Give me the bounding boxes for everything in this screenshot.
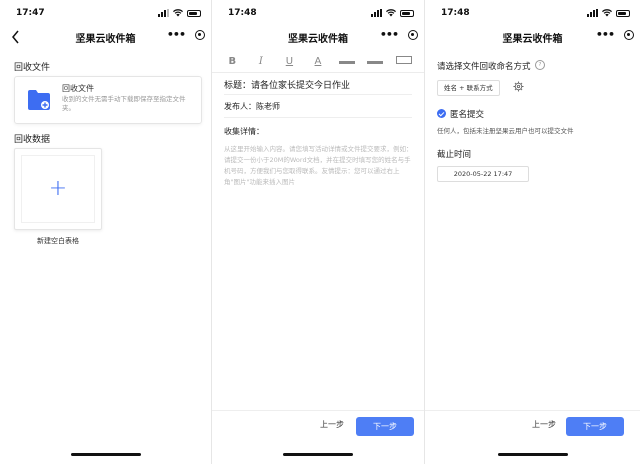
divider (224, 94, 412, 95)
more-options-icon[interactable]: ••• (167, 28, 186, 41)
cellular-signal-icon (371, 9, 382, 17)
more-options-icon[interactable]: ••• (596, 28, 615, 41)
publisher-field[interactable]: 发布人：陈老师 (224, 101, 412, 112)
divider (224, 117, 412, 118)
status-time: 17:47 (16, 8, 45, 18)
section-collect-title: 回收文件 (14, 63, 51, 73)
close-miniprogram-icon[interactable] (408, 29, 418, 40)
card-description: 收到的文件无需手动下载即保存至指定文件夹。 (62, 95, 186, 112)
status-bar: 17:47 (0, 0, 211, 26)
wifi-icon (386, 9, 396, 17)
request-title-field[interactable]: 标题：请各位家长提交今日作业 (224, 78, 412, 91)
screen-collect-settings: 17:48 坚果云收件箱 ••• 请选择文件回收命名方式 ? 姓名 + 联系方式… (425, 0, 640, 464)
anonymous-label: 匿名提交 (450, 110, 485, 120)
screen-collect-files: 17:47 坚果云收件箱 ••• 回收文件 回收文件 收到的文件无需手动下载即保… (0, 0, 212, 464)
wifi-icon (602, 9, 612, 17)
wifi-icon (173, 9, 183, 17)
home-indicator (283, 453, 353, 456)
status-bar: 17:48 (425, 0, 640, 26)
card-title: 回收文件 (62, 84, 94, 93)
battery-icon (616, 9, 630, 17)
bottom-action-bar: 上一步 下一步 (425, 410, 640, 443)
status-time: 17:48 (228, 8, 257, 18)
previous-step-button[interactable]: 上一步 (320, 419, 344, 430)
next-step-button[interactable]: 下一步 (566, 417, 624, 436)
details-label: 收集详情： (224, 127, 264, 136)
next-step-button[interactable]: 下一步 (356, 417, 414, 436)
previous-step-button[interactable]: 上一步 (532, 419, 556, 430)
numbered-list-icon[interactable] (367, 56, 384, 67)
help-icon[interactable]: ? (535, 60, 545, 70)
new-blank-form-button[interactable]: + (14, 148, 102, 230)
underline-button[interactable]: U (281, 56, 297, 67)
deadline-title: 截止时间 (437, 150, 472, 160)
italic-button[interactable]: I (253, 56, 269, 67)
plus-icon: + (48, 176, 68, 201)
naming-method-chip[interactable]: 姓名 + 联系方式 (437, 80, 500, 96)
anonymous-checkbox[interactable] (437, 109, 446, 118)
back-arrow-icon[interactable] (10, 29, 22, 45)
section-data-title: 回收数据 (14, 135, 51, 145)
details-textarea[interactable]: 从这里开始输入内容。请您填写活动详情或文件提交要求，例如：请提交一份小于20M的… (224, 144, 414, 188)
bullet-list-icon[interactable] (338, 56, 355, 67)
nav-bar: 坚果云收件箱 ••• (212, 26, 424, 48)
anonymous-description: 任何人，包括未注册坚果云用户也可以提交文件 (437, 127, 574, 135)
deadline-picker[interactable]: 2020-05-22 17:47 (437, 166, 529, 182)
nav-title: 坚果云收件箱 (288, 33, 348, 45)
nav-bar: 坚果云收件箱 ••• (0, 26, 211, 48)
status-time: 17:48 (441, 8, 470, 18)
new-blank-form-label: 新建空白表格 (37, 237, 79, 245)
nav-bar: 坚果云收件箱 ••• (425, 26, 640, 48)
font-color-button[interactable]: A (310, 56, 326, 67)
nav-title: 坚果云收件箱 (502, 33, 563, 45)
close-miniprogram-icon[interactable] (195, 29, 205, 40)
home-indicator (497, 453, 568, 456)
collect-file-card[interactable]: 回收文件 收到的文件无需手动下载即保存至指定文件夹。 (14, 76, 202, 124)
cellular-signal-icon (158, 9, 169, 17)
editor-toolbar: B I U A (212, 50, 424, 73)
more-options-icon[interactable]: ••• (380, 28, 399, 41)
status-bar: 17:48 (212, 0, 424, 26)
cellular-signal-icon (587, 9, 598, 17)
gear-icon[interactable] (513, 81, 524, 92)
nav-title: 坚果云收件箱 (75, 33, 136, 45)
close-miniprogram-icon[interactable] (624, 29, 634, 40)
battery-icon (400, 9, 414, 17)
insert-image-icon[interactable] (395, 55, 412, 67)
battery-icon (187, 9, 201, 17)
folder-upload-icon (28, 90, 50, 110)
bold-button[interactable]: B (224, 56, 240, 67)
naming-method-title: 请选择文件回收命名方式 (437, 62, 531, 72)
bottom-action-bar: 上一步 下一步 (212, 410, 424, 443)
screen-compose-request: 17:48 坚果云收件箱 ••• B I U A 标题：请各位家长提交今日作业 … (212, 0, 425, 464)
home-indicator (70, 453, 141, 456)
